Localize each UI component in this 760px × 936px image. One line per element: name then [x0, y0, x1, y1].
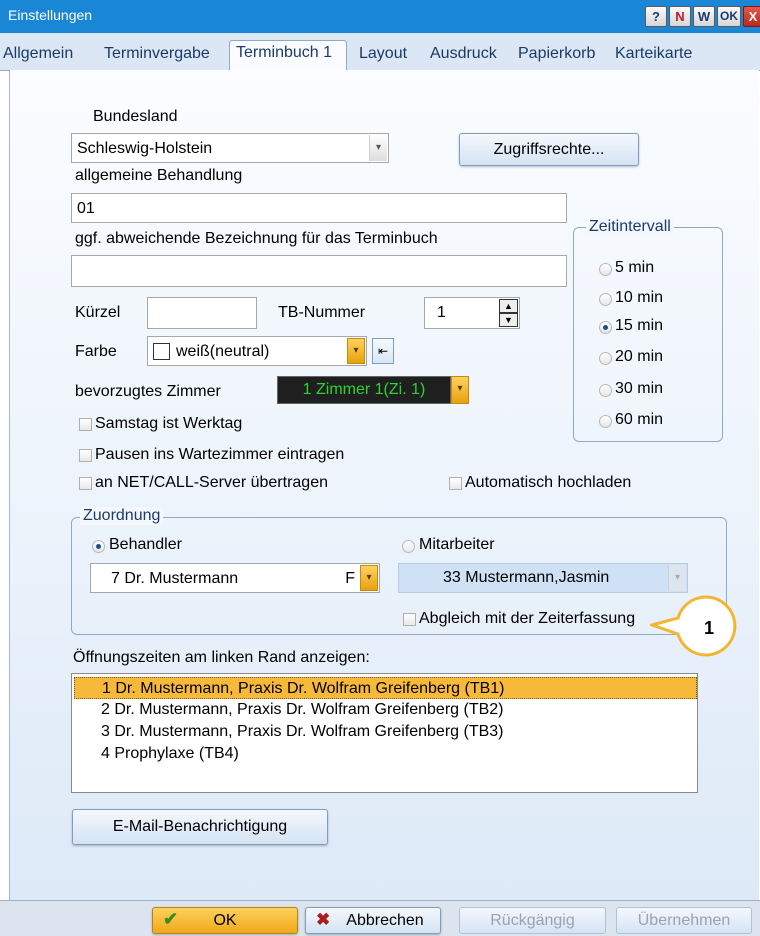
mitarbeiter-radio[interactable] — [402, 540, 415, 553]
zeitintervall-title: Zeitintervall — [586, 218, 674, 236]
tab-papierkorb[interactable]: Papierkorb — [518, 45, 595, 63]
interval-label: 30 min — [615, 380, 664, 397]
tab-allgemein[interactable]: Allgemein — [3, 45, 73, 63]
tb-nummer-value: 1 — [437, 304, 446, 321]
interval-label: 60 min — [615, 411, 664, 428]
bundesland-select[interactable]: Schleswig-Holstein ▾ — [71, 133, 389, 163]
w-button[interactable]: W — [693, 6, 715, 27]
chevron-down-icon[interactable]: ▾ — [451, 376, 469, 404]
mitarbeiter-label: Mitarbeiter — [419, 536, 495, 553]
tab-terminvergabe[interactable]: Terminvergabe — [104, 45, 210, 63]
behandler-select[interactable]: 7 Dr. Mustermann F ▾ — [90, 563, 380, 593]
button-bar: ✔ OK ✖ Abbrechen Rückgängig Übernehmen — [0, 900, 760, 936]
close-icon[interactable]: X — [743, 6, 760, 27]
list-indent-icon[interactable]: ⇤ — [372, 338, 394, 364]
pausen-label: Pausen ins Wartezimmer eintragen — [95, 446, 345, 463]
n-button[interactable]: N — [669, 6, 691, 27]
tab-terminbuch-1[interactable]: Terminbuch 1 — [236, 44, 332, 62]
interval-label: 15 min — [615, 317, 664, 334]
help-button[interactable]: ? — [645, 6, 667, 27]
bundesland-value: Schleswig-Holstein — [77, 140, 213, 157]
behandlung-label: allgemeine Behandlung — [75, 167, 243, 184]
kuerzel-input[interactable] — [147, 297, 257, 329]
interval-label: 5 min — [615, 259, 655, 276]
interval-radio[interactable] — [599, 263, 612, 276]
behandler-value: 7 Dr. Mustermann — [111, 570, 239, 587]
behandlung-input[interactable]: 01 — [71, 193, 567, 223]
tab-ausdruck[interactable]: Ausdruck — [430, 45, 497, 63]
samstag-checkbox[interactable] — [79, 418, 92, 431]
netcall-label: an NET/CALL-Server übertragen — [95, 474, 328, 491]
hochladen-label: Automatisch hochladen — [465, 474, 632, 491]
netcall-checkbox[interactable] — [79, 477, 92, 490]
ok-label: OK — [213, 912, 237, 929]
interval-radio[interactable] — [599, 415, 612, 428]
zugriffsrechte-button[interactable]: Zugriffsrechte... — [459, 133, 639, 166]
interval-label: 20 min — [615, 348, 664, 365]
bezeichnung-label: ggf. abweichende Bezeichnung für das Ter… — [75, 230, 438, 247]
abbrechen-button[interactable]: ✖ Abbrechen — [305, 907, 441, 934]
chevron-down-icon[interactable]: ▾ — [369, 135, 387, 161]
color-swatch — [153, 343, 170, 360]
bundesland-label: Bundesland — [93, 108, 178, 125]
ok-title-button[interactable]: OK — [717, 6, 741, 27]
farbe-value: weiß(neutral) — [176, 343, 270, 360]
zimmer-select[interactable]: 1 Zimmer 1(Zi. 1) — [277, 376, 451, 404]
samstag-label: Samstag ist Werktag — [95, 415, 243, 432]
abgleich-checkbox[interactable] — [403, 613, 416, 626]
oeffnung-label: Öffnungszeiten am linken Rand anzeigen: — [73, 649, 370, 666]
interval-radio[interactable] — [599, 384, 612, 397]
ok-button[interactable]: ✔ OK — [152, 907, 298, 934]
behandler-suffix: F — [345, 570, 355, 587]
tab-layout[interactable]: Layout — [359, 45, 407, 63]
callout-number: 1 — [703, 618, 714, 638]
farbe-select[interactable]: weiß(neutral) ▾ — [147, 336, 367, 366]
title-bar: Einstellungen ? N W OK X — [0, 0, 760, 33]
abbrechen-label: Abbrechen — [346, 912, 424, 929]
interval-label: 10 min — [615, 289, 664, 306]
behandler-label: Behandler — [109, 536, 182, 553]
bezeichnung-input[interactable] — [71, 255, 567, 287]
interval-radio[interactable] — [599, 352, 612, 365]
list-item[interactable]: 1 Dr. Mustermann, Praxis Dr. Wolfram Gre… — [74, 677, 697, 699]
interval-radio[interactable] — [599, 293, 612, 306]
tb-nummer-input[interactable]: 1 ▲ ▼ — [424, 297, 520, 329]
spin-up-icon[interactable]: ▲ — [499, 299, 518, 313]
chevron-down-icon[interactable]: ▾ — [668, 565, 686, 591]
hochladen-checkbox[interactable] — [449, 477, 462, 490]
mitarbeiter-value: 33 Mustermann,Jasmin — [443, 569, 610, 586]
chevron-down-icon[interactable]: ▾ — [347, 338, 365, 364]
tab-karteikarte[interactable]: Karteikarte — [615, 45, 692, 63]
spin-down-icon[interactable]: ▼ — [499, 313, 518, 327]
farbe-label: Farbe — [75, 343, 117, 360]
behandler-radio[interactable] — [92, 540, 105, 553]
cross-icon: ✖ — [316, 910, 331, 929]
mitarbeiter-select[interactable]: 33 Mustermann,Jasmin ▾ — [398, 563, 688, 593]
chevron-down-icon[interactable]: ▾ — [360, 565, 378, 591]
callout-shape — [650, 595, 737, 657]
interval-radio[interactable] — [599, 321, 612, 334]
tab-bar: Allgemein Terminvergabe Terminbuch 1 Lay… — [0, 33, 760, 73]
list-item[interactable]: 2 Dr. Mustermann, Praxis Dr. Wolfram Gre… — [74, 699, 697, 721]
list-item[interactable]: 4 Prophylaxe (TB4) — [74, 743, 697, 765]
settings-window: Einstellungen ? N W OK X Allgemein Termi… — [0, 0, 760, 936]
zimmer-label: bevorzugtes Zimmer — [75, 383, 221, 400]
uebernehmen-button[interactable]: Übernehmen — [616, 907, 752, 934]
email-notification-button[interactable]: E-Mail-Benachrichtigung — [72, 809, 328, 845]
tb-nummer-label: TB-Nummer — [278, 304, 366, 321]
kuerzel-label: Kürzel — [75, 304, 121, 321]
zuordnung-title: Zuordnung — [80, 507, 164, 525]
abgleich-label: Abgleich mit der Zeiterfassung — [419, 610, 636, 627]
rueckgaengig-button[interactable]: Rückgängig — [459, 907, 606, 934]
window-title: Einstellungen — [8, 7, 93, 23]
pausen-checkbox[interactable] — [79, 449, 92, 462]
checkmark-icon: ✔ — [163, 909, 179, 929]
list-item[interactable]: 3 Dr. Mustermann, Praxis Dr. Wolfram Gre… — [74, 721, 697, 743]
oeffnung-list[interactable]: 1 Dr. Mustermann, Praxis Dr. Wolfram Gre… — [71, 673, 698, 793]
